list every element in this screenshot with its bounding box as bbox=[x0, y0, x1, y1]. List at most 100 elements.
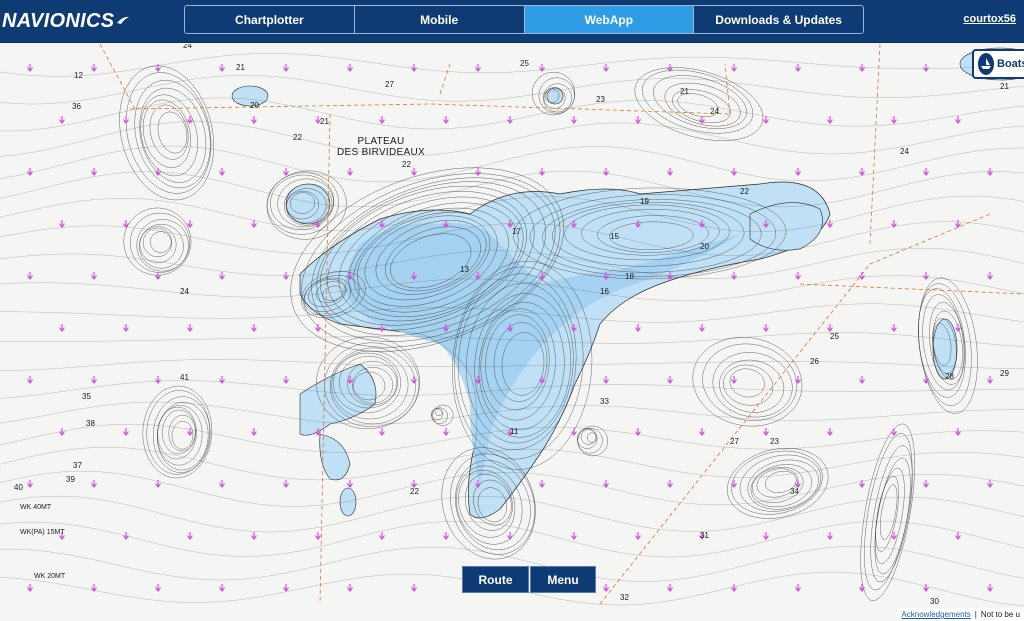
route-button[interactable]: Route bbox=[462, 566, 529, 593]
depth-sounding: 21 bbox=[236, 63, 245, 72]
seabed-marker bbox=[923, 64, 929, 72]
seabed-marker bbox=[923, 168, 929, 176]
seabed-marker bbox=[219, 584, 225, 592]
bottom-controls: Route Menu bbox=[462, 566, 596, 593]
seabed-marker bbox=[251, 532, 257, 540]
depth-sounding: 39 bbox=[66, 475, 75, 484]
seabed-marker bbox=[891, 428, 897, 436]
tab-mobile[interactable]: Mobile bbox=[354, 6, 525, 33]
seabed-marker bbox=[923, 272, 929, 280]
seabed-marker bbox=[155, 376, 161, 384]
contour-line bbox=[723, 364, 774, 406]
depth-sounding: 28 bbox=[945, 372, 954, 381]
seabed-marker bbox=[795, 584, 801, 592]
contour-line bbox=[641, 69, 754, 134]
depth-sounding: 21 bbox=[1000, 82, 1009, 91]
seabed-marker bbox=[859, 272, 865, 280]
seabed-marker bbox=[827, 532, 833, 540]
seabed-marker bbox=[155, 272, 161, 280]
contour-line bbox=[653, 75, 747, 129]
depth-sounding: 41 bbox=[180, 373, 189, 382]
contour-line bbox=[134, 80, 211, 189]
seabed-marker bbox=[283, 480, 289, 488]
nautical-chart-map[interactable]: 24 21 20 22 21 27 22 25 23 21 24 23 24 21 22 20 19 15 16 18… bbox=[0, 44, 1024, 621]
seabed-marker bbox=[891, 324, 897, 332]
contour-line bbox=[874, 467, 905, 564]
seabed-marker bbox=[411, 584, 417, 592]
seabed-marker bbox=[955, 116, 961, 124]
seabed-marker bbox=[827, 324, 833, 332]
contour-line bbox=[152, 396, 211, 473]
seabed-marker bbox=[91, 64, 97, 72]
logo-text: NAVIONICS bbox=[2, 9, 115, 32]
seabed-marker bbox=[91, 272, 97, 280]
wreck-label: WK 40MT bbox=[20, 504, 52, 511]
contour-line bbox=[739, 454, 822, 512]
depth-sounding: 22 bbox=[402, 160, 411, 169]
seabed-marker bbox=[155, 584, 161, 592]
seabed-marker bbox=[123, 324, 129, 332]
seabed-marker bbox=[923, 480, 929, 488]
tab-downloads-updates[interactable]: Downloads & Updates bbox=[694, 6, 863, 33]
chart-canvas[interactable]: 24 21 20 22 21 27 22 25 23 21 24 23 24 21 22 20 19 15 16 18… bbox=[0, 44, 1024, 621]
seabed-marker bbox=[987, 480, 993, 488]
area-label-line1: PLATEAU bbox=[357, 136, 405, 147]
seabed-marker bbox=[187, 532, 193, 540]
seabed-markers bbox=[27, 64, 993, 592]
boats-widget[interactable]: Boats bbox=[972, 49, 1024, 79]
depth-sounding: 23 bbox=[770, 437, 779, 446]
seabed-marker bbox=[443, 116, 449, 124]
navionics-logo[interactable]: NAVIONICS bbox=[2, 9, 130, 33]
depth-sounding: 37 bbox=[73, 461, 82, 470]
seabed-marker bbox=[571, 116, 577, 124]
contour-line bbox=[870, 445, 913, 583]
boats-icon bbox=[978, 53, 994, 75]
contour-line bbox=[125, 72, 212, 194]
seabed-marker bbox=[27, 168, 33, 176]
depth-sounding: 20 bbox=[250, 101, 259, 110]
seabed-marker bbox=[91, 376, 97, 384]
menu-button[interactable]: Menu bbox=[530, 566, 596, 593]
contour-line bbox=[0, 97, 1024, 132]
depth-sounding: 24 bbox=[900, 147, 909, 156]
seabed-marker bbox=[635, 532, 641, 540]
seabed-marker bbox=[123, 116, 129, 124]
area-label-line2: DES BIRVIDEAUX bbox=[337, 147, 425, 158]
depth-sounding: 24 bbox=[710, 107, 719, 116]
boundary-line bbox=[799, 283, 1024, 295]
seabed-marker bbox=[187, 220, 193, 228]
seabed-marker bbox=[347, 584, 353, 592]
seabed-marker bbox=[603, 376, 609, 384]
boats-label: Boats bbox=[997, 58, 1024, 70]
seabed-marker bbox=[763, 428, 769, 436]
depth-sounding: 36 bbox=[72, 102, 81, 111]
seabed-marker bbox=[891, 116, 897, 124]
seabed-marker bbox=[443, 428, 449, 436]
depth-sounding: 40 bbox=[14, 483, 23, 492]
user-account-link[interactable]: courtox56 bbox=[963, 13, 1016, 25]
seabed-marker bbox=[603, 584, 609, 592]
contour-line bbox=[0, 121, 1024, 157]
seabed-marker bbox=[507, 116, 513, 124]
disclaimer-text: Not to be u bbox=[980, 610, 1020, 619]
seabed-marker bbox=[827, 428, 833, 436]
contour-line bbox=[0, 53, 1024, 77]
depth-sounding: 38 bbox=[86, 419, 95, 428]
tab-chartplotter[interactable]: Chartplotter bbox=[185, 6, 355, 33]
acknowledgements-link[interactable]: Acknowledgements bbox=[901, 610, 970, 619]
depth-sounding: 22 bbox=[293, 133, 302, 142]
seabed-marker bbox=[763, 116, 769, 124]
contour-line bbox=[142, 385, 213, 479]
contour-line bbox=[664, 82, 741, 127]
depth-sounding: 35 bbox=[82, 392, 91, 401]
depth-sounding: 34 bbox=[790, 487, 799, 496]
seabed-marker bbox=[411, 64, 417, 72]
depth-sounding: 22 bbox=[740, 187, 749, 196]
tab-webapp[interactable]: WebApp bbox=[524, 6, 695, 33]
footer-separator: | bbox=[974, 610, 977, 619]
seabed-marker bbox=[539, 480, 545, 488]
depth-sounding: 24 bbox=[183, 44, 192, 50]
seabed-marker bbox=[859, 168, 865, 176]
seabed-marker bbox=[859, 376, 865, 384]
contour-line bbox=[634, 67, 764, 141]
